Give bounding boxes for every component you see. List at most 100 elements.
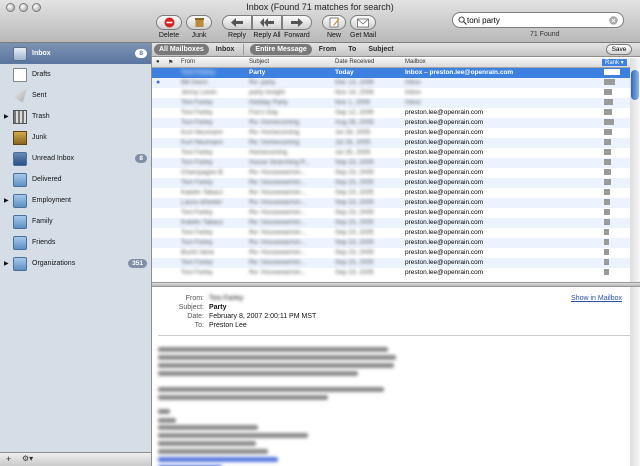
scope-inbox[interactable]: Inbox [211,44,240,55]
message-from: Toni Farley [181,69,216,76]
relevance-rank-bar [604,249,609,255]
message-row[interactable]: ● Bill Davis Re: party Dec 13, 2006 Inbox [152,78,630,88]
search-result-count: 71 Found [530,31,560,38]
sidebar-item-junk[interactable]: Junk [0,127,151,148]
message-mailbox: preston.lee@openrain.com [405,159,484,166]
sidebar-item-trash[interactable]: ▶ Trash [0,106,151,127]
message-row[interactable]: Toni Farley Re: Housewarmin... Sep 23, 200… [152,268,630,278]
message-mailbox: preston.lee@openrain.com [405,209,484,216]
message-subject: Re: party [249,79,276,86]
delete-button[interactable]: Delete [156,15,182,39]
message-row[interactable]: Toni Farley Foo's Day Sep 12, 2006 preston.… [152,108,630,118]
junk-button[interactable]: Junk [186,15,212,39]
add-mailbox-icon[interactable]: + [6,454,11,464]
sidebar-item-friends[interactable]: Friends [0,232,151,253]
flag-column-header[interactable]: ⚑ [168,59,173,66]
scope-subject[interactable]: Subject [363,44,398,55]
sidebar-item-sent[interactable]: Sent [0,85,151,106]
message-mailbox: preston.lee@openrain.com [405,199,484,206]
unread-count-badge: 8 [135,49,147,58]
disclosure-triangle-icon[interactable]: ▶ [4,260,9,267]
sidebar-item-employment[interactable]: ▶ Employment [0,190,151,211]
sidebar-item-family[interactable]: Family [0,211,151,232]
search-input[interactable] [467,15,609,25]
show-in-mailbox-link[interactable]: Show in Mailbox [571,295,622,302]
message-row[interactable]: Katelin Tabacz Re: Housewarmin... Sep 23, … [152,218,630,228]
reply-button[interactable] [222,15,252,30]
scope-entire-message[interactable]: Entire Message [250,44,312,55]
scope-to[interactable]: To [343,44,361,55]
sidebar-item-inbox[interactable]: Inbox 8 [0,43,151,64]
message-date: Jul 26, 2005 [335,149,371,156]
message-mailbox: preston.lee@openrain.com [405,259,484,266]
message-row[interactable]: Toni Farley Re: Housewarmin... Sep 23, 200… [152,258,630,268]
message-row[interactable]: Kurt Neumann Re: Homecoming Jul 26, 2005 pr… [152,138,630,148]
message-row[interactable]: Toni Farley Holiday Party Nov 1, 2006 Inbox [152,98,630,108]
preview-scrollbar[interactable] [630,287,640,466]
message-from: Toni Farley [181,159,213,166]
relevance-rank-bar [604,229,609,235]
message-row[interactable]: Toni Farley Re: Housewarmin... Sep 23, 200… [152,228,630,238]
from-column-header[interactable]: From [181,59,195,65]
message-row[interactable]: Toni Farley Re: Housewarmin... Sep 23, 200… [152,178,630,188]
message-list: Toni Farley Party Today Inbox – preston.lee… [152,68,630,282]
status-column-header[interactable]: ● [156,59,160,65]
message-from: Toni Farley [181,269,213,276]
get-mail-label: Get Mail [350,32,377,39]
rank-column-header[interactable]: Rank ▾ [602,59,627,66]
reply-all-arrow-icon [260,18,274,27]
forward-button[interactable] [282,15,312,30]
message-mailbox: preston.lee@openrain.com [405,109,484,116]
disclosure-triangle-icon[interactable]: ▶ [4,197,9,204]
new-button[interactable]: New [322,15,346,39]
sidebar-item-unread-inbox[interactable]: Unread Inbox 8 [0,148,151,169]
mailbox-column-header[interactable]: Mailbox [405,59,426,65]
clear-search-icon[interactable] [609,15,618,25]
message-date: Sep 23, 2005 [335,259,374,266]
message-row[interactable]: Toni Farley Re: Homecoming Aug 26, 2005 pre… [152,118,630,128]
sidebar-item-organizations[interactable]: ▶ Organizations 351 [0,253,151,274]
to-header: To: Preston Lee [194,322,247,329]
message-mailbox: Inbox [405,99,421,106]
reply-label: Reply [228,32,246,39]
message-mailbox: preston.lee@openrain.com [405,119,484,126]
message-row[interactable]: Toni Farley House Searching P... Sep 23, 2… [152,158,630,168]
sidebar-item-delivered[interactable]: Delivered [0,169,151,190]
subject-column-header[interactable]: Subject [249,59,269,65]
message-subject: Party [249,69,266,76]
message-from: Toni Farley [181,99,213,106]
action-gear-icon[interactable]: ⚙▾ [22,454,33,463]
sidebar-item-drafts[interactable]: Drafts [0,64,151,85]
message-row[interactable]: Toni Farley Party Today Inbox – preston.lee… [152,68,630,78]
message-row[interactable]: Kurt Neumann Re: Homecoming Jul 28, 2005 pr… [152,128,630,138]
save-search-button[interactable]: Save [606,44,632,55]
reply-all-button[interactable] [252,15,282,30]
message-row[interactable]: Toni Farley Homecoming Jul 26, 2005 preston… [152,148,630,158]
search-scope-bar: All Mailboxes Inbox Entire Message From … [152,43,640,57]
scroll-thumb[interactable] [631,70,639,100]
search-field[interactable] [452,12,624,28]
disclosure-triangle-icon[interactable]: ▶ [4,113,9,120]
date-column-header[interactable]: Date Received [335,59,374,65]
message-row[interactable]: Toni Farley Re: Housewarmin... Sep 23, 200… [152,238,630,248]
message-from: Toni Farley [181,229,213,236]
message-row[interactable]: Jenny Lewis party tonight Nov 14, 2006 Inbo… [152,88,630,98]
message-subject: Foo's Day [249,109,279,116]
message-date: Today [335,69,354,76]
message-row[interactable]: Katelin Tabacz Re: Housewarmin... Sep 23, … [152,188,630,198]
toolbar: Inbox (Found 71 matches for search) Dele… [0,0,640,43]
message-mailbox: preston.lee@openrain.com [405,149,484,156]
message-row[interactable]: Toni Farley Re: Housewarmin... Sep 23, 200… [152,208,630,218]
get-mail-button[interactable]: Get Mail [350,15,376,39]
message-subject: Re: Housewarmin... [249,209,307,216]
message-list-scrollbar[interactable] [630,58,640,282]
scope-all-mailboxes[interactable]: All Mailboxes [154,44,209,55]
scope-from[interactable]: From [314,44,342,55]
message-from: Champagne B. [181,169,225,176]
message-row[interactable]: Laura wheeler Re: Housewarmin... Sep 23, 2… [152,198,630,208]
junk-icon [194,18,204,27]
message-row[interactable]: Champagne B. Re: Housewarmin... Sep 23, 20… [152,168,630,178]
message-row[interactable]: Buchi Varia Re: Housewarmin... Sep 23, 200… [152,248,630,258]
message-date: Sep 23, 2005 [335,169,374,176]
relevance-rank-bar [604,259,609,265]
